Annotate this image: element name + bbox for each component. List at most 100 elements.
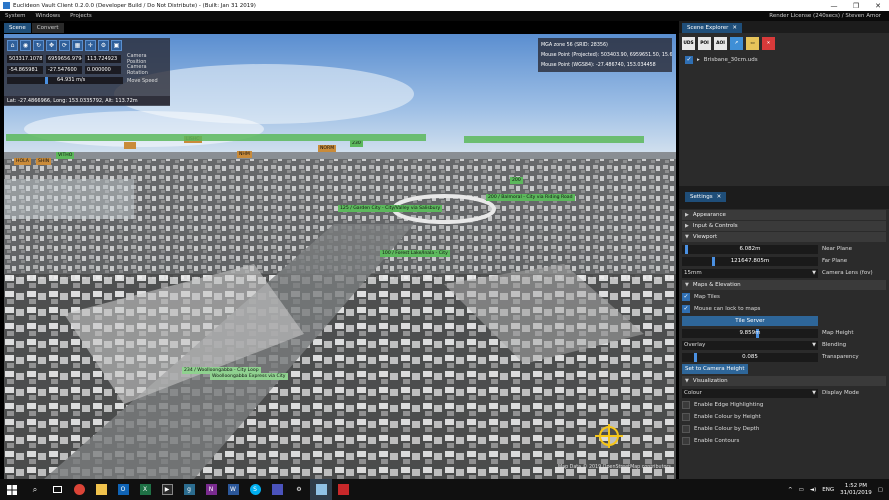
close-icon[interactable]: ✕ (717, 194, 722, 200)
menu-windows[interactable]: Windows (31, 13, 66, 19)
mouse-lock-row[interactable]: ✓ Mouse can lock to maps (679, 303, 889, 315)
settings-icon[interactable]: ⚙ (98, 40, 109, 51)
expand-arrow-icon[interactable]: ▸ (697, 57, 700, 63)
add-uds-button[interactable]: UDS (682, 37, 695, 50)
fullscreen-icon[interactable]: ▣ (111, 40, 122, 51)
edge-highlight-checkbox[interactable] (682, 401, 690, 409)
grid-icon[interactable]: ▦ (72, 40, 83, 51)
start-button[interactable] (0, 479, 24, 500)
close-icon[interactable]: ✕ (732, 25, 737, 31)
map-label[interactable]: 125 / Garden City - City/Valley via Sali… (338, 205, 443, 212)
section-input[interactable]: ▶ Input & Controls (682, 221, 886, 231)
camera-position-y[interactable]: 6959656.979436 (46, 54, 82, 63)
display-mode-select[interactable]: Colour ▼ (682, 388, 818, 398)
orbit-icon[interactable]: ↻ (33, 40, 44, 51)
tab-convert[interactable]: Convert (31, 23, 64, 33)
map-label[interactable]: 100 / Forest Lake/Inala - City (380, 250, 450, 257)
mouse-lock-checkbox[interactable]: ✓ (682, 305, 690, 313)
move-icon[interactable]: ✥ (46, 40, 57, 51)
outlook-icon[interactable]: O (112, 479, 134, 500)
app-g-icon[interactable]: g (178, 479, 200, 500)
transparency-slider[interactable]: 0.085 (682, 352, 818, 362)
map-label[interactable]: 200 / Balmoral - City via Riding Road (486, 194, 575, 201)
map-height-label: Map Height (822, 330, 854, 336)
item-visible-checkbox[interactable]: ✓ (685, 56, 693, 64)
map-label[interactable]: HOLA (14, 158, 31, 165)
far-plane-slider[interactable]: 121647.805m (682, 256, 818, 266)
near-plane-value: 6.082m (739, 245, 761, 252)
map-label[interactable]: 200 (510, 177, 523, 184)
minimize-button[interactable]: — (823, 2, 845, 10)
section-viewport[interactable]: ▼ Viewport (682, 232, 886, 242)
menu-system[interactable]: System (0, 13, 31, 19)
media-icon[interactable]: ▶ (156, 479, 178, 500)
rotate-icon[interactable]: ⟳ (59, 40, 70, 51)
vault-client-icon[interactable] (310, 479, 332, 500)
map-label[interactable]: Woolloongabba Express via City (210, 373, 288, 380)
delete-icon[interactable]: ✕ (762, 37, 775, 50)
blending-label: Blending (822, 342, 847, 348)
close-button[interactable]: ✕ (867, 2, 889, 10)
folder-icon[interactable]: ▭ (746, 37, 759, 50)
camera-icon[interactable]: ◉ (20, 40, 31, 51)
settings-tab[interactable]: Settings ✕ (685, 192, 727, 202)
chevron-up-icon[interactable]: ^ (788, 487, 793, 493)
onenote-icon[interactable]: N (200, 479, 222, 500)
scene-item[interactable]: ✓ ▸ Brisbane_30cm.uds (679, 54, 889, 66)
camera-position-x[interactable]: 503317.107814 (7, 54, 43, 63)
option-row[interactable]: Enable Contours (679, 435, 889, 447)
near-plane-slider[interactable]: 6.082m (682, 244, 818, 254)
search-icon[interactable]: ⌕ (24, 479, 46, 500)
camera-position-z[interactable]: 113.724923 (85, 54, 121, 63)
clock[interactable]: 1:52 PM 31/01/2019 (840, 483, 872, 497)
scene-explorer-tab[interactable]: Scene Explorer ✕ (682, 23, 743, 33)
tile-server-button[interactable]: Tile Server (682, 316, 818, 326)
map-height-slider[interactable]: 9.859m (682, 328, 818, 338)
task-view-icon[interactable] (46, 479, 68, 500)
word-icon[interactable]: W (222, 479, 244, 500)
slider-thumb[interactable] (45, 77, 48, 84)
section-appearance[interactable]: ▶ Appearance (682, 210, 886, 220)
compass-icon[interactable]: ✛ (85, 40, 96, 51)
move-speed-slider[interactable]: 64.931 m/s (7, 77, 123, 84)
map-tiles-row[interactable]: ✓ Map Tiles (679, 291, 889, 303)
section-maps[interactable]: ▼ Maps & Elevation (682, 280, 886, 290)
section-visualization[interactable]: ▼ Visualization (682, 376, 886, 386)
camera-rotation-y[interactable]: -27.547600 (46, 65, 82, 74)
settings-icon[interactable]: ⚙ (288, 479, 310, 500)
app-red-icon[interactable] (332, 479, 354, 500)
lens-select[interactable]: 15mm ▼ (682, 268, 818, 278)
camera-rotation-x[interactable]: -54.865981 (7, 65, 43, 74)
notification-icon[interactable]: ▢ (878, 487, 883, 493)
tab-scene[interactable]: Scene (4, 23, 31, 33)
maximize-button[interactable]: ❐ (845, 2, 867, 10)
lock-icon[interactable]: ⌂ (7, 40, 18, 51)
add-poi-button[interactable]: POI (698, 37, 711, 50)
option-row[interactable]: Enable Colour by Height (679, 411, 889, 423)
clock-time: 1:52 PM (844, 482, 868, 489)
camera-rotation-z[interactable]: 0.000000 (85, 65, 121, 74)
teams-icon[interactable] (266, 479, 288, 500)
blending-select[interactable]: Overlay ▼ (682, 340, 818, 350)
file-explorer-icon[interactable] (90, 479, 112, 500)
excel-icon[interactable]: X (134, 479, 156, 500)
add-aoi-button[interactable]: AOI (714, 37, 727, 50)
set-camera-height-button[interactable]: Set to Camera Height (682, 364, 748, 374)
option-row[interactable]: Enable Colour by Depth (679, 423, 889, 435)
colour-height-checkbox[interactable] (682, 413, 690, 421)
network-icon[interactable]: ▭ (799, 487, 804, 493)
option-row[interactable]: Enable Edge Highlighting (679, 399, 889, 411)
map-label[interactable]: SHIN (36, 158, 52, 165)
license-status: Render License (240secs) / Steven Amor (769, 13, 881, 19)
volume-icon[interactable]: ◄) (810, 487, 816, 493)
chrome-icon[interactable] (68, 479, 90, 500)
section-label: Appearance (692, 212, 726, 218)
contours-checkbox[interactable] (682, 437, 690, 445)
map-tiles-checkbox[interactable]: ✓ (682, 293, 690, 301)
skype-icon[interactable]: S (244, 479, 266, 500)
add-line-icon[interactable]: ↗ (730, 37, 743, 50)
menu-projects[interactable]: Projects (65, 13, 97, 19)
language-indicator[interactable]: ENG (822, 487, 834, 493)
transparency-value: 0.085 (742, 353, 758, 360)
colour-depth-checkbox[interactable] (682, 425, 690, 433)
